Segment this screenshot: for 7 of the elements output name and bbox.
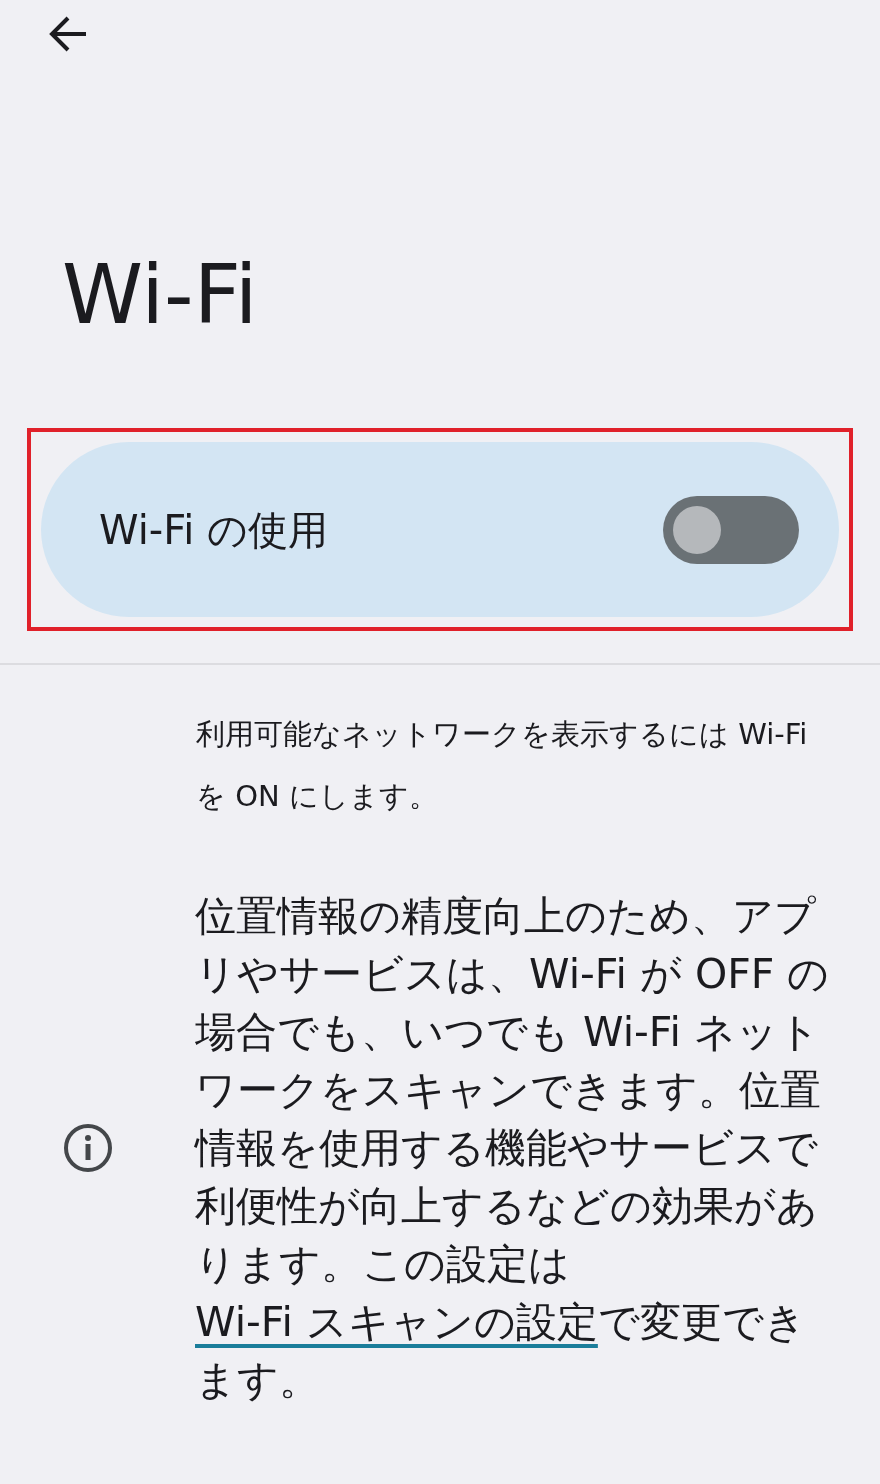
wifi-toggle-card[interactable]: Wi-Fi の使用 — [41, 442, 839, 617]
hint-text: 利用可能なネットワークを表示するには Wi-Fi を ON にします。 — [196, 716, 809, 815]
info-paragraph: 位置情報の精度向上のため、アプリやサービスは、Wi-Fi が OFF の場合でも、いつでも Wi-Fi ネットワークをスキャンできます。位置情報を使用する機能やサービスで利便性が向上するなどの効果があります。この設定は Wi-Fi スキャンの設定で変更できます。 — [195, 891, 831, 1406]
settings-link[interactable]: Wi-Fi スキャンの設定 — [195, 1298, 598, 1346]
info-icon — [63, 1123, 113, 1173]
page-title: Wi-Fi — [62, 254, 259, 336]
toggle-label: Wi-Fi の使用 — [99, 505, 329, 555]
